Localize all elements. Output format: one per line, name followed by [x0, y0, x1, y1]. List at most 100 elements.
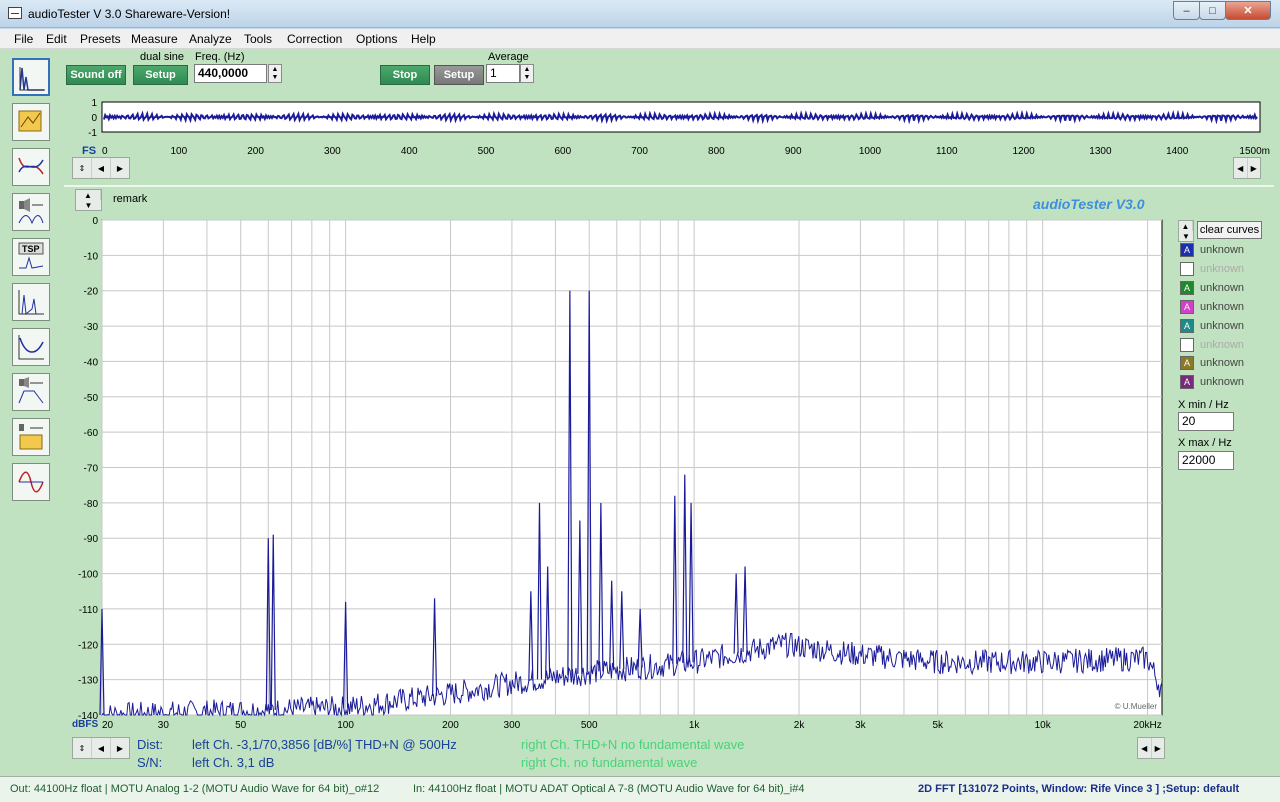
y-tick-label: -100 — [78, 570, 98, 581]
menu-correction[interactable]: Correction — [287, 32, 342, 46]
tsp-icon: TSP — [18, 242, 44, 269]
analyzer-setup-button[interactable]: Setup — [434, 65, 484, 85]
x-tick-label: 20kHz — [1133, 720, 1161, 731]
close-button[interactable]: ✕ — [1225, 1, 1271, 20]
chevron-up-icon[interactable]: ▲ — [76, 190, 101, 200]
channel-toggle[interactable]: A — [1180, 300, 1194, 314]
average-label: Average — [488, 51, 529, 63]
y-tick-label: -60 — [84, 428, 99, 439]
menu-file[interactable]: File — [14, 32, 33, 46]
spin-up-icon[interactable]: ▲ — [524, 66, 531, 73]
sound-off-button[interactable]: Sound off — [66, 65, 126, 85]
y-tick-label: -120 — [78, 640, 98, 651]
scope-x-tick: 900 — [785, 146, 802, 157]
menu-measure[interactable]: Measure — [131, 32, 178, 46]
maximize-button[interactable]: □ — [1199, 1, 1226, 20]
menu-options[interactable]: Options — [356, 32, 397, 46]
chevron-down-icon[interactable]: ▼ — [76, 200, 101, 210]
average-input[interactable]: 1 — [486, 64, 520, 83]
spin-up-icon[interactable]: ▲ — [272, 66, 279, 73]
chevron-up-icon[interactable]: ▲ — [1179, 221, 1193, 231]
xmax-label: X max / Hz — [1178, 437, 1232, 449]
scope-scroll-control[interactable]: ⇕ ◀ ▶ — [72, 157, 130, 179]
filter-icon — [18, 377, 44, 404]
menu-tools[interactable]: Tools — [244, 32, 272, 46]
spectrum-icon — [18, 290, 44, 315]
clear-curves-button[interactable]: clear curves — [1197, 221, 1262, 239]
filter-tool-button[interactable] — [12, 373, 50, 411]
scope-zoom-control[interactable]: ◀ ▶ — [1233, 157, 1261, 179]
scope-x-tick: 700 — [631, 146, 648, 157]
waterfall-icon — [18, 110, 42, 132]
svg-text:TSP: TSP — [22, 244, 40, 254]
generator-tool-button[interactable] — [12, 193, 50, 231]
speaker-icon — [18, 198, 44, 225]
response-tool-button[interactable] — [12, 148, 50, 186]
y-unit-label: dBFS — [72, 719, 98, 730]
menu-presets[interactable]: Presets — [80, 32, 121, 46]
x-tick-label: 10k — [1035, 720, 1052, 731]
arrow-left-icon[interactable]: ◀ — [92, 738, 111, 758]
channel-toggle[interactable]: A — [1180, 319, 1194, 333]
arrow-left-icon[interactable]: ◀ — [1234, 158, 1248, 178]
scope-x-axis: 0 100 200 300 400 500 600 700 800 900 1000 1100 1200… — [102, 146, 1270, 157]
freq-input[interactable]: 440,0000 — [194, 64, 267, 83]
arrow-left-icon[interactable]: ◀ — [92, 158, 111, 178]
app-icon[interactable] — [8, 7, 22, 19]
freq-spinner[interactable]: ▲ ▼ — [268, 64, 282, 83]
menu-edit[interactable]: Edit — [46, 32, 67, 46]
xmax-input[interactable]: 22000 — [1178, 451, 1234, 470]
minimize-button[interactable]: – — [1173, 1, 1200, 20]
fft-scroll-control[interactable]: ⇕ ◀ ▶ — [72, 737, 130, 759]
arrow-updown-icon[interactable]: ⇕ — [73, 158, 92, 178]
channel-toggle[interactable]: A — [1180, 243, 1194, 257]
channel-toggle[interactable]: A — [1180, 375, 1194, 389]
remark-scroll[interactable]: ▲ ▼ — [75, 189, 102, 211]
arrow-left-icon[interactable]: ◀ — [1138, 738, 1152, 758]
x-tick-label: 2k — [794, 720, 806, 731]
sweep-icon — [19, 424, 43, 450]
channel-label: unknown — [1200, 320, 1245, 332]
status-input: In: 44100Hz float | MOTU ADAT Optical A … — [413, 783, 805, 795]
chevron-down-icon[interactable]: ▼ — [1179, 231, 1193, 241]
generator-setup-button[interactable]: Setup — [133, 65, 188, 85]
channel-toggle[interactable]: A — [1180, 356, 1194, 370]
average-spinner[interactable]: ▲ ▼ — [520, 64, 534, 83]
status-output: Out: 44100Hz float | MOTU Analog 1-2 (MO… — [10, 783, 380, 795]
menu-bar: File Edit Presets Measure Analyze Tools … — [0, 29, 1280, 49]
arrow-updown-icon[interactable]: ⇕ — [73, 738, 92, 758]
panel-divider — [64, 185, 1274, 187]
arrow-right-icon[interactable]: ▶ — [1248, 158, 1261, 178]
status-bar: Out: 44100Hz float | MOTU Analog 1-2 (MO… — [0, 776, 1280, 802]
scope-x-tick: 100 — [170, 146, 187, 157]
scope-y-tick: -1 — [88, 128, 97, 139]
fft-zoom-control[interactable]: ◀ ▶ — [1137, 737, 1165, 759]
stop-button[interactable]: Stop — [380, 65, 430, 85]
fft-tool-button[interactable] — [12, 58, 50, 96]
arrow-right-icon[interactable]: ▶ — [111, 738, 129, 758]
sine-tool-button[interactable] — [12, 463, 50, 501]
channel-toggle[interactable] — [1180, 338, 1194, 352]
spin-down-icon[interactable]: ▼ — [272, 74, 279, 81]
y-tick-label: -70 — [84, 464, 99, 475]
channel-toggle[interactable] — [1180, 262, 1194, 276]
xmin-input[interactable]: 20 — [1178, 412, 1234, 431]
scope-tool-button[interactable] — [12, 103, 50, 141]
spectrum-tool-button[interactable] — [12, 283, 50, 321]
impedance-tool-button[interactable] — [12, 328, 50, 366]
waterfall-tool-button[interactable] — [12, 418, 50, 456]
scope-x-tick: 1300 — [1089, 146, 1112, 157]
fft-icon — [19, 67, 45, 91]
spin-down-icon[interactable]: ▼ — [524, 74, 531, 81]
scope-x-tick: 1500m — [1239, 146, 1270, 157]
menu-help[interactable]: Help — [411, 32, 436, 46]
scope-x-tick: 1400 — [1166, 146, 1189, 157]
x-tick-label: 30 — [158, 720, 170, 731]
menu-analyze[interactable]: Analyze — [189, 32, 232, 46]
x-tick-label: 3k — [855, 720, 867, 731]
arrow-right-icon[interactable]: ▶ — [111, 158, 129, 178]
tsp-tool-button[interactable]: TSP — [12, 238, 50, 276]
channel-scroll[interactable]: ▲ ▼ — [1178, 220, 1194, 242]
arrow-right-icon[interactable]: ▶ — [1152, 738, 1165, 758]
channel-toggle[interactable]: A — [1180, 281, 1194, 295]
